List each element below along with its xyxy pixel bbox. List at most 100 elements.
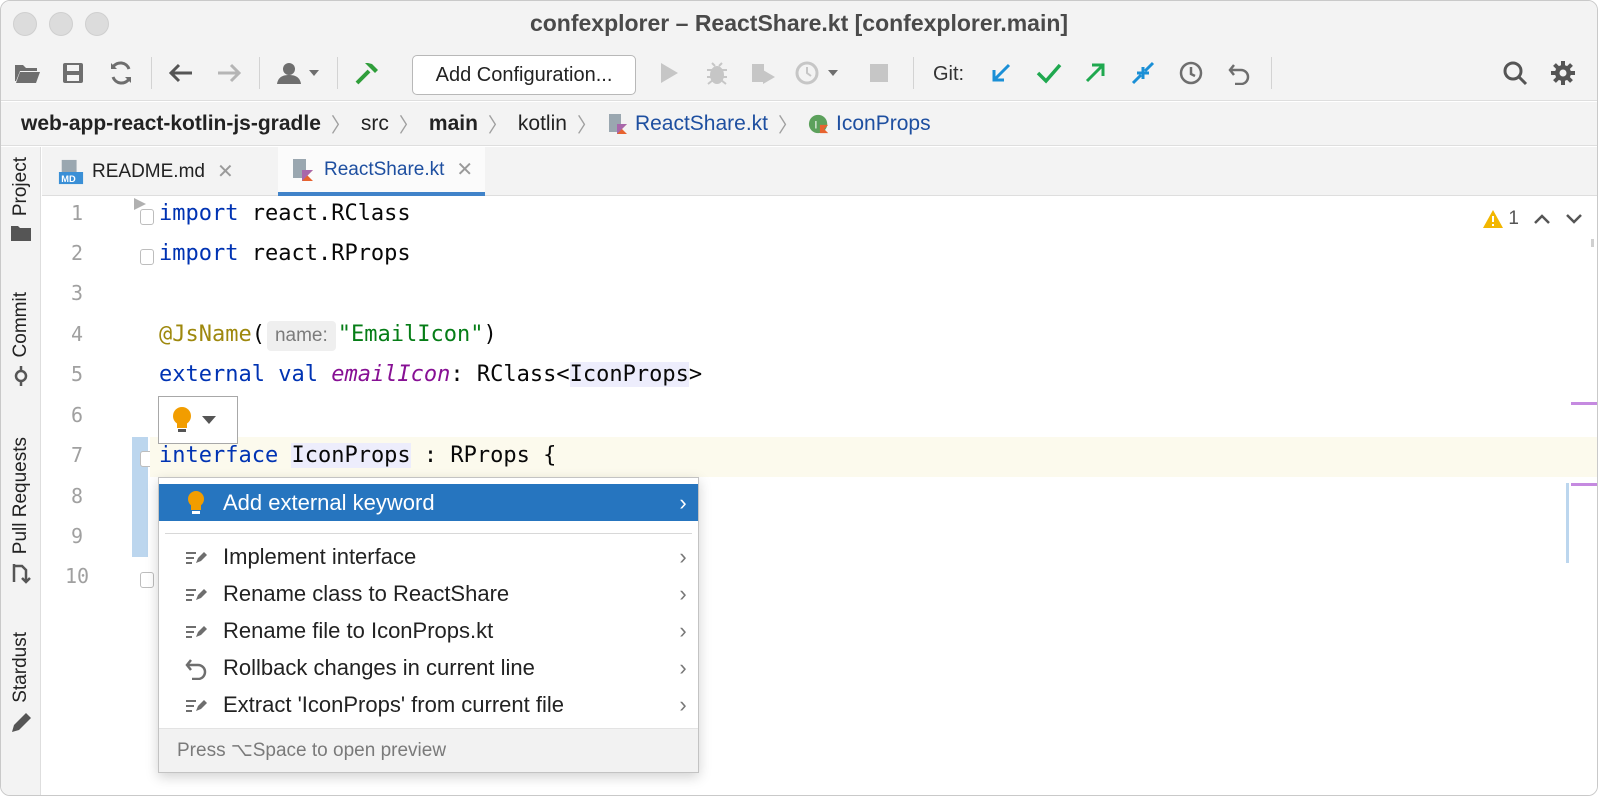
popup-item-label: Implement interface: [223, 543, 417, 569]
code-line-2[interactable]: import react.RProps: [159, 234, 411, 274]
tool-window-stardust[interactable]: Stardust: [7, 632, 35, 735]
popup-item-extract-iconprops[interactable]: Extract 'IconProps' from current file ›: [159, 686, 698, 723]
submenu-arrow-icon: ›: [679, 543, 687, 569]
stop-icon[interactable]: [863, 57, 895, 89]
previous-highlight-chevron-up-icon[interactable]: [1533, 213, 1551, 225]
line-number: 8: [70, 484, 84, 508]
fold-toggle-icon[interactable]: [140, 249, 154, 265]
code-keyword: val: [264, 362, 332, 387]
line-number: 6: [70, 403, 84, 427]
warning-icon: [1483, 210, 1504, 228]
save-icon[interactable]: [57, 57, 89, 89]
code-keyword: import: [159, 241, 239, 266]
debug-bug-icon[interactable]: [701, 57, 733, 89]
git-push-icon[interactable]: [1079, 57, 1111, 89]
error-stripe-mark[interactable]: [1571, 402, 1597, 405]
sync-icon[interactable]: [105, 57, 137, 89]
editor-gutter: 1 2 3 4 5 6 7 8 9 10: [42, 197, 154, 795]
tab-readme[interactable]: MD README.md ✕: [46, 147, 246, 196]
popup-item-label: Rename file to IconProps.kt: [223, 617, 494, 643]
commit-icon: [14, 366, 28, 387]
code-property: emailIcon: [331, 362, 451, 387]
tab-icon-badge: MD: [61, 174, 76, 184]
breadcrumb-project[interactable]: web-app-react-kotlin-js-gradle: [21, 112, 321, 136]
run-with-coverage-icon[interactable]: [747, 57, 779, 89]
line-number: 7: [70, 443, 84, 467]
navigation-breadcrumbs: web-app-react-kotlin-js-gradle 〉 src 〉 m…: [1, 102, 1597, 146]
close-tab-icon[interactable]: ✕: [456, 157, 473, 182]
breadcrumb-separator-icon: 〉: [778, 115, 799, 137]
line-number: 5: [70, 362, 84, 386]
warnings-count: 1: [1508, 208, 1519, 229]
breadcrumb-main[interactable]: main: [429, 112, 478, 136]
vcs-user-icon[interactable]: [273, 57, 327, 89]
breadcrumb-kotlin[interactable]: kotlin: [518, 112, 567, 136]
code-text: (: [251, 322, 265, 347]
tab-reactshare-label: ReactShare.kt: [324, 158, 445, 180]
tool-window-project[interactable]: Project: [7, 157, 35, 242]
build-hammer-icon[interactable]: [351, 57, 383, 89]
popup-item-rollback-changes[interactable]: Rollback changes in current line ›: [159, 649, 698, 686]
git-merge-icon[interactable]: [1127, 57, 1159, 89]
tool-window-commit[interactable]: Commit: [7, 292, 35, 387]
tool-window-stardust-label: Stardust: [10, 632, 31, 703]
rollback-icon[interactable]: [1223, 57, 1255, 89]
error-stripe-mark[interactable]: [1571, 483, 1597, 486]
back-arrow-icon[interactable]: [165, 57, 197, 89]
run-configuration-selector[interactable]: Add Configuration...: [412, 55, 636, 95]
ide-window: confexplorer – ReactShare.kt [confexplor…: [0, 0, 1598, 796]
tool-window-pull-requests-label: Pull Requests: [10, 437, 31, 555]
lightbulb-icon: [173, 407, 191, 432]
warnings-indicator[interactable]: 1: [1482, 208, 1519, 230]
kotlin-file-icon: [290, 157, 316, 183]
inspection-widget[interactable]: 1: [1482, 208, 1583, 230]
intention-bulb-button[interactable]: [158, 396, 238, 444]
line-number: 3: [70, 281, 84, 305]
profile-icon[interactable]: [793, 57, 843, 89]
fold-toggle-icon[interactable]: [140, 209, 154, 225]
tool-window-pull-requests[interactable]: Pull Requests: [7, 437, 35, 585]
pull-request-icon: [12, 564, 31, 585]
next-highlight-chevron-down-icon[interactable]: [1565, 213, 1583, 225]
intention-pencil-icon: [183, 692, 209, 718]
intention-actions-popup: Add external keyword › Implement interfa…: [158, 477, 699, 773]
tab-reactshare[interactable]: ReactShare.kt ✕: [278, 147, 486, 196]
popup-divider: [165, 533, 692, 534]
popup-item-rename-file[interactable]: Rename file to IconProps.kt ›: [159, 612, 698, 649]
search-icon[interactable]: [1499, 57, 1531, 89]
git-update-icon[interactable]: [985, 57, 1017, 89]
code-line-1[interactable]: import react.RClass: [159, 194, 411, 234]
settings-gear-icon[interactable]: [1547, 57, 1579, 89]
breadcrumb-src[interactable]: src: [361, 112, 389, 136]
svg-text:I: I: [814, 119, 817, 131]
code-text: >: [688, 362, 703, 387]
scrollbar[interactable]: [1589, 207, 1597, 247]
breadcrumb-file[interactable]: ReactShare.kt: [607, 112, 768, 136]
open-folder-icon[interactable]: [11, 57, 43, 89]
lightbulb-icon: [183, 490, 209, 516]
dropdown-chevron-down-icon: [202, 416, 216, 424]
popup-item-label: Add external keyword: [223, 489, 435, 515]
submenu-arrow-icon: ›: [679, 691, 687, 717]
breadcrumb-interface-label: IconProps: [836, 111, 931, 135]
fold-toggle-icon[interactable]: [140, 572, 154, 588]
popup-item-add-external-keyword[interactable]: Add external keyword ›: [159, 484, 698, 521]
git-commit-check-icon[interactable]: [1033, 57, 1065, 89]
close-tab-icon[interactable]: ✕: [217, 159, 234, 184]
code-annotation: @JsName: [159, 322, 252, 347]
popup-item-rename-class[interactable]: Rename class to ReactShare ›: [159, 575, 698, 612]
title-bar: confexplorer – ReactShare.kt [confexplor…: [1, 1, 1597, 45]
intention-pencil-icon: [183, 581, 209, 607]
breadcrumb-interface[interactable]: I IconProps: [808, 112, 931, 136]
forward-arrow-icon[interactable]: [213, 57, 245, 89]
run-icon[interactable]: [653, 57, 685, 89]
popup-item-implement-interface[interactable]: Implement interface ›: [159, 538, 698, 575]
history-clock-icon[interactable]: [1175, 57, 1207, 89]
intention-pencil-icon: [183, 544, 209, 570]
code-line-4[interactable]: @JsName(name: "EmailIcon"): [159, 315, 497, 355]
main-toolbar: Add Configuration... Git:: [1, 45, 1597, 101]
code-text: : RProps {: [410, 443, 557, 468]
code-line-5[interactable]: external val emailIcon: RClass<IconProps…: [159, 355, 702, 395]
code-text: react.RProps: [238, 241, 411, 266]
vcs-change-stripe: [1566, 483, 1569, 563]
